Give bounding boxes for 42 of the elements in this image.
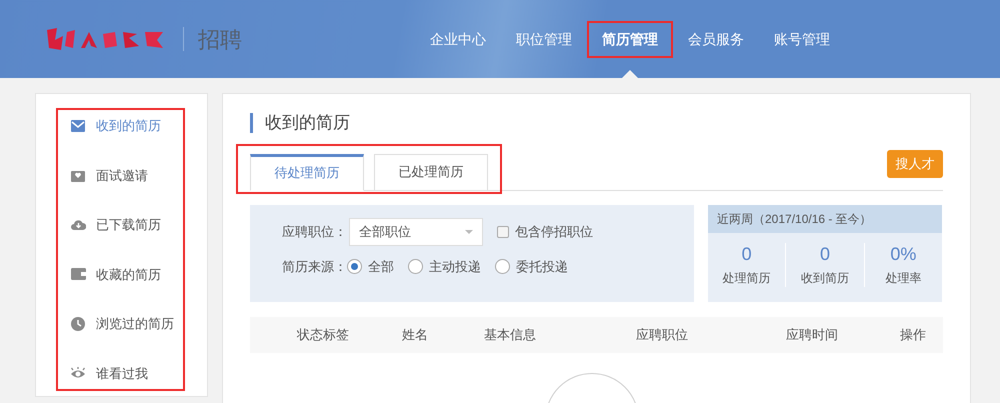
radio-option[interactable]: 主动投递 <box>408 256 481 276</box>
envelope-icon <box>71 120 85 132</box>
position-select[interactable]: 全部职位 <box>349 218 483 246</box>
stat-value: 0% <box>890 242 916 264</box>
checkbox[interactable] <box>497 226 509 238</box>
column-header: 应聘职位 <box>636 326 688 344</box>
cloud-download-icon <box>70 219 86 230</box>
eye-icon <box>70 366 86 380</box>
nav-link[interactable]: 简历管理 <box>589 22 671 56</box>
caret-icon <box>465 230 473 234</box>
column-header: 状态标签 <box>297 326 349 344</box>
tab[interactable]: 已处理简历 <box>374 154 488 190</box>
heart-box-icon <box>71 168 85 182</box>
sidebar-item[interactable]: 面试邀请 <box>70 166 183 185</box>
tab[interactable]: 待处理简历 <box>250 154 364 190</box>
stat-label: 处理简历 <box>722 270 771 286</box>
pointer-icon <box>622 70 638 78</box>
wallet-icon <box>70 268 86 280</box>
nav-link[interactable]: 账号管理 <box>761 22 843 56</box>
field-label: 应聘职位： <box>282 222 347 241</box>
sidebar-item[interactable]: 浏览过的简历 <box>70 314 183 334</box>
brand-name: 招聘 <box>198 26 242 54</box>
nav-link[interactable]: 会员服务 <box>675 22 757 56</box>
column-header: 操作 <box>900 326 926 344</box>
stat-label: 处理率 <box>885 270 922 286</box>
sidebar-item[interactable]: 收到的简历 <box>70 116 183 136</box>
page-title: 收到的简历 <box>265 112 350 134</box>
radio-option[interactable]: 全部 <box>347 256 394 276</box>
radio-option[interactable]: 委托投递 <box>495 256 568 276</box>
stat-label: 收到简历 <box>800 270 849 286</box>
column-header: 应聘时间 <box>786 326 838 344</box>
sidebar-item[interactable]: 谁看过我 <box>70 364 183 383</box>
sidebar-item[interactable]: 收藏的简历 <box>70 264 183 284</box>
column-header: 基本信息 <box>484 326 536 344</box>
clock-icon <box>71 316 85 331</box>
column-header: 姓名 <box>402 326 428 344</box>
stat-value: 0 <box>820 242 830 264</box>
field-label: 简历来源： <box>282 258 347 276</box>
sidebar-item[interactable]: 已下载简历 <box>70 215 183 234</box>
stats-title: 近两周（2017/10/16 - 至今） <box>708 204 942 232</box>
stat-value: 0 <box>742 242 752 264</box>
include-closed-checkbox[interactable]: 包含停招职位 <box>497 222 593 242</box>
